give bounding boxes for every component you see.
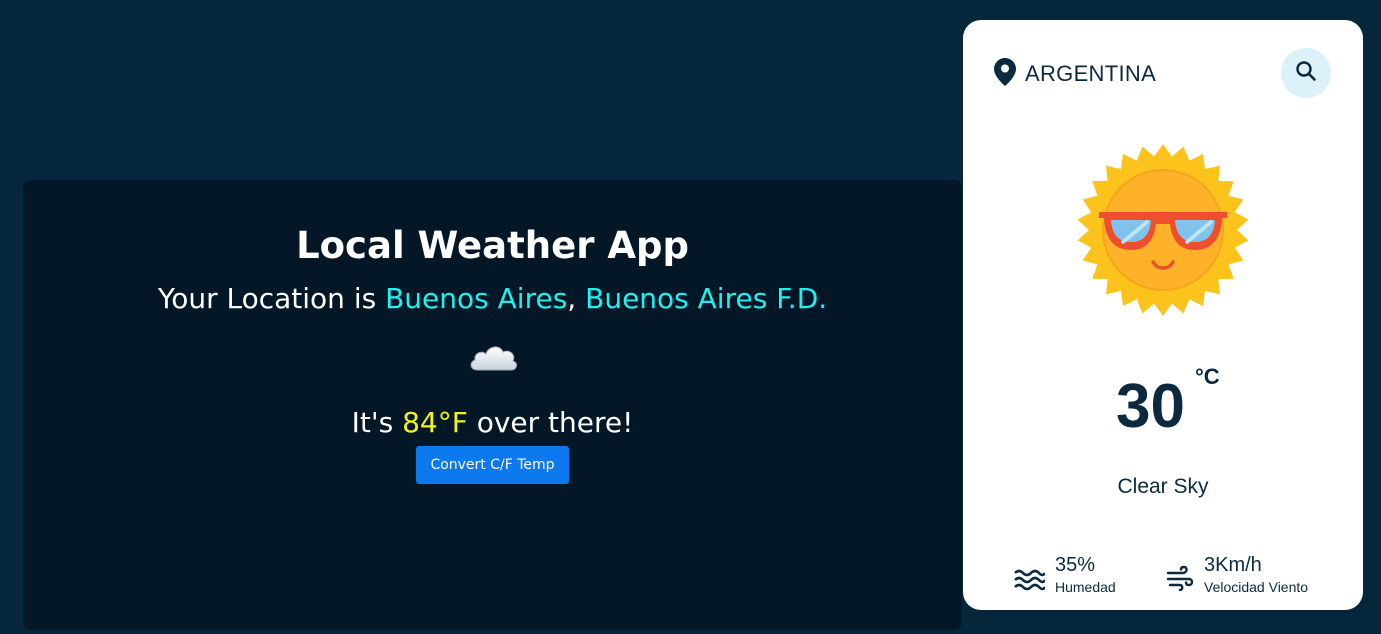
- wind-label: Velocidad Viento: [1204, 579, 1309, 595]
- weather-condition: Clear Sky: [1117, 475, 1209, 498]
- search-button[interactable]: [1281, 48, 1331, 98]
- weather-widget-card: ARGENTINA 30 °C Clear Sky 35% Humedad 3K…: [963, 20, 1363, 610]
- country-name: ARGENTINA: [1025, 61, 1157, 86]
- current-temperature: 30: [1116, 372, 1185, 441]
- humidity-label: Humedad: [1055, 579, 1116, 595]
- convert-temp-button[interactable]: Convert C/F Temp: [416, 446, 569, 484]
- temperature-line: It's 84°F over there!: [23, 406, 962, 440]
- wind-icon: [1166, 564, 1194, 596]
- search-icon: [1294, 59, 1318, 87]
- humidity-stat: 35% Humedad: [1013, 552, 1116, 596]
- location-pin-icon: [993, 57, 1017, 91]
- humidity-value: 35%: [1055, 554, 1096, 576]
- location-line: Your Location is Buenos Aires, Buenos Ai…: [23, 282, 962, 316]
- country-header: ARGENTINA: [993, 58, 1156, 90]
- sun-with-sunglasses-icon: [1071, 138, 1255, 322]
- temperature-unit: °C: [1195, 364, 1220, 389]
- weather-app-card: Local Weather App Your Location is Bueno…: [23, 180, 962, 630]
- city-name: Buenos Aires: [385, 282, 568, 315]
- location-separator: ,: [567, 282, 577, 315]
- waves-icon: [1013, 568, 1047, 596]
- location-prefix: Your Location is: [157, 282, 386, 315]
- wind-value: 3Km/h: [1204, 554, 1262, 576]
- cloud-icon: [23, 340, 962, 380]
- wind-text: 3Km/h Velocidad Viento: [1204, 552, 1308, 596]
- temp-suffix: over there!: [467, 406, 634, 439]
- app-title: Local Weather App: [296, 224, 689, 267]
- temperature-value: 84°F: [402, 406, 468, 439]
- wind-stat: 3Km/h Velocidad Viento: [1166, 552, 1308, 596]
- region-name: Buenos Aires F.D.: [585, 282, 828, 315]
- humidity-text: 35% Humedad: [1055, 552, 1116, 596]
- temp-prefix: It's: [351, 406, 403, 439]
